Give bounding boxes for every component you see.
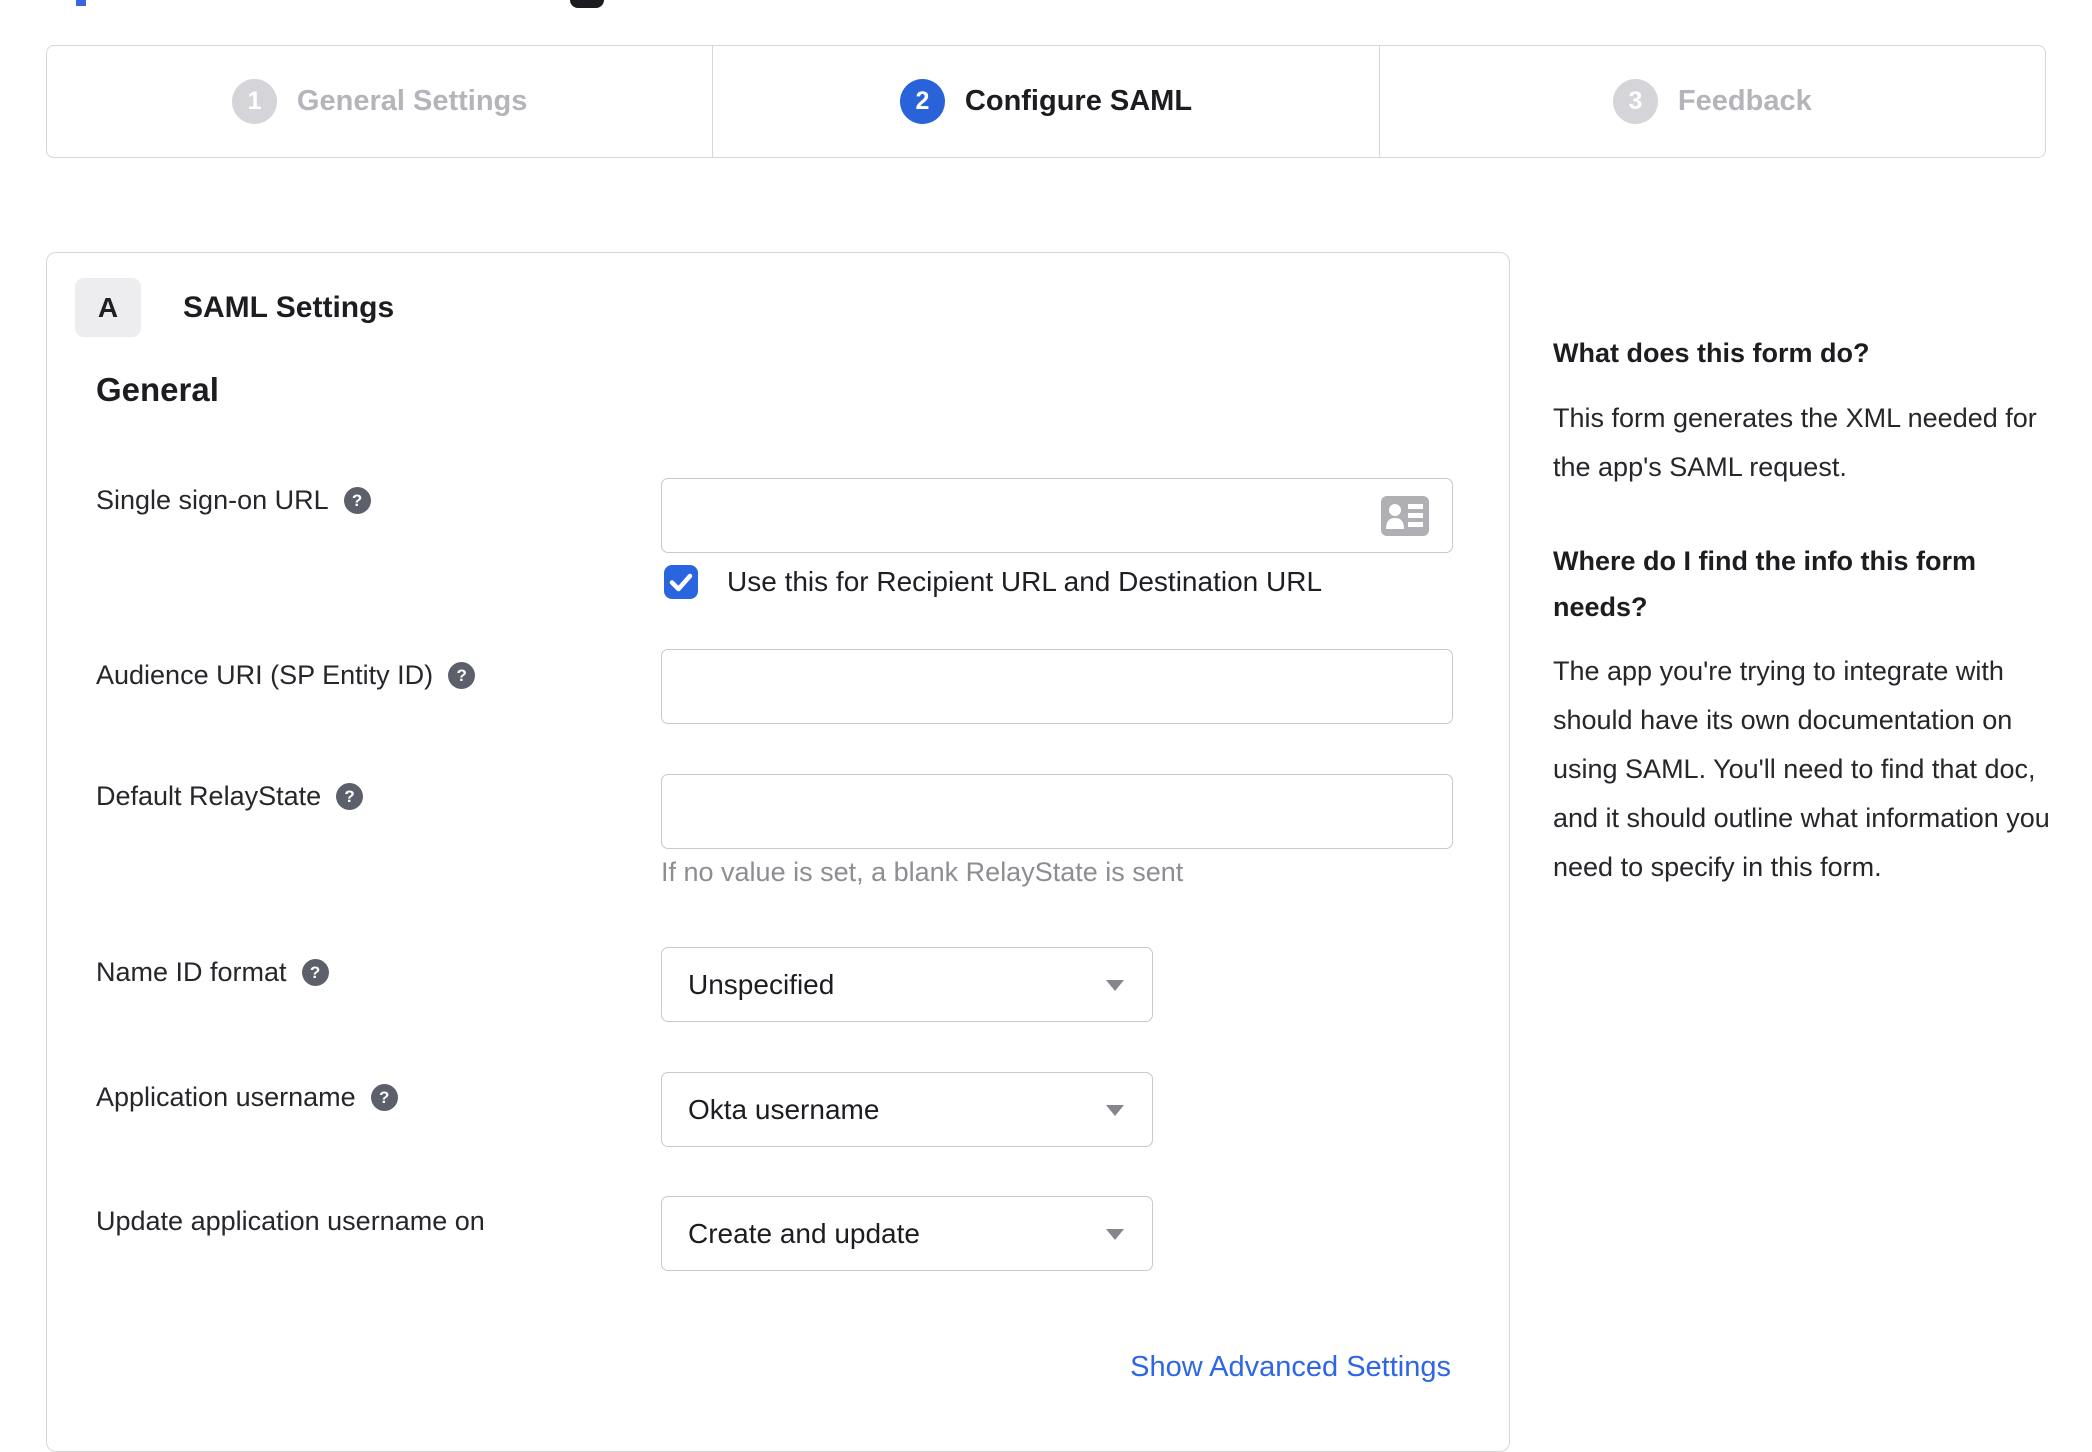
select-value: Okta username: [688, 1093, 880, 1125]
step-number-badge: 2: [899, 79, 945, 124]
field-label-text: Update application username on: [96, 1206, 485, 1236]
step-number-badge: 3: [1612, 79, 1658, 124]
name-id-format-select[interactable]: Unspecified: [661, 947, 1153, 1022]
help-icon[interactable]: ?: [448, 662, 476, 689]
field-label-text: Name ID format: [96, 957, 287, 987]
sidebar-section-what: What does this form do? This form genera…: [1553, 330, 2063, 492]
help-icon[interactable]: ?: [343, 487, 371, 514]
dropdown-caret-icon: [1106, 979, 1124, 991]
recipient-url-checkbox[interactable]: [664, 565, 698, 599]
relaystate-helper-text: If no value is set, a blank RelayState i…: [661, 857, 1184, 887]
recipient-url-checkbox-label: Use this for Recipient URL and Destinati…: [727, 566, 1323, 597]
sidebar-heading: Where do I find the info this form needs…: [1553, 546, 1976, 622]
step-label: Configure SAML: [964, 85, 1193, 117]
general-section-heading: General: [96, 371, 219, 408]
step-general-settings[interactable]: 1 General Settings: [47, 46, 712, 157]
single-sign-on-url-label: Single sign-on URL ?: [96, 485, 371, 516]
name-id-format-label: Name ID format ?: [96, 957, 329, 988]
application-username-select[interactable]: Okta username: [661, 1072, 1153, 1147]
contact-card-icon[interactable]: [1381, 495, 1429, 536]
audience-uri-input[interactable]: [661, 649, 1453, 724]
field-label-text: Application username: [96, 1082, 356, 1112]
help-icon[interactable]: ?: [301, 959, 329, 986]
panel-header: A SAML Settings: [75, 278, 394, 337]
dropdown-caret-icon: [1106, 1104, 1124, 1116]
single-sign-on-url-input[interactable]: [661, 478, 1453, 553]
application-username-label: Application username ?: [96, 1082, 398, 1113]
step-label: Feedback: [1677, 85, 1812, 117]
select-value: Unspecified: [688, 968, 835, 1000]
sidebar-heading: What does this form do?: [1553, 338, 1870, 368]
help-icon[interactable]: ?: [336, 783, 364, 810]
show-advanced-settings-link[interactable]: Show Advanced Settings: [1130, 1351, 1451, 1384]
update-application-username-select[interactable]: Create and update: [661, 1196, 1153, 1271]
sidebar-section-where: Where do I find the info this form needs…: [1553, 538, 2063, 892]
sidebar-body-text: This form generates the XML needed for t…: [1553, 403, 2037, 482]
clipped-header-fragment-dark: [570, 0, 604, 8]
help-sidebar: What does this form do? This form genera…: [1553, 330, 2063, 892]
recipient-url-checkbox-row: Use this for Recipient URL and Destinati…: [664, 565, 1322, 599]
saml-settings-panel: A SAML Settings General Single sign-on U…: [46, 252, 1510, 1452]
field-label-text: Audience URI (SP Entity ID): [96, 660, 434, 690]
step-number-badge: 1: [231, 79, 277, 124]
sidebar-body-text: The app you're trying to integrate with …: [1553, 656, 2050, 882]
help-icon[interactable]: ?: [370, 1084, 398, 1111]
field-label-text: Single sign-on URL: [96, 485, 329, 515]
step-configure-saml[interactable]: 2 Configure SAML: [712, 46, 1378, 157]
field-label-text: Default RelayState: [96, 781, 322, 811]
wizard-stepper: 1 General Settings 2 Configure SAML 3 Fe…: [46, 45, 2046, 158]
section-a-badge: A: [75, 278, 141, 337]
audience-uri-label: Audience URI (SP Entity ID) ?: [96, 660, 476, 691]
step-feedback[interactable]: 3 Feedback: [1378, 46, 2045, 157]
update-application-username-label: Update application username on: [96, 1206, 485, 1237]
dropdown-caret-icon: [1106, 1228, 1124, 1240]
default-relaystate-input[interactable]: [661, 774, 1453, 849]
panel-title: SAML Settings: [183, 290, 395, 324]
step-label: General Settings: [296, 85, 528, 117]
clipped-header-fragment-blue: [76, 0, 86, 6]
default-relaystate-label: Default RelayState ?: [96, 781, 364, 812]
select-value: Create and update: [688, 1217, 920, 1249]
